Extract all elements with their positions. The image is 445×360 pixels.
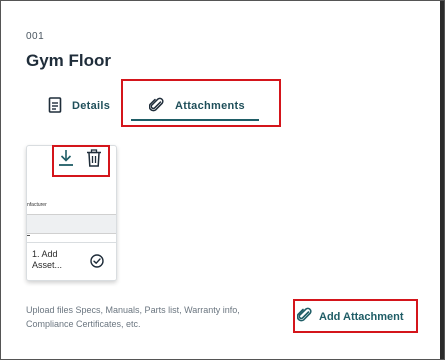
attachment-name: 1. Add Asset...	[32, 249, 63, 270]
thumbnail-row	[27, 215, 116, 233]
highlight-box-tab	[121, 79, 281, 127]
check-circle-icon	[90, 254, 104, 273]
scrollbar[interactable]	[440, 1, 444, 359]
thumbnail-divider	[27, 233, 116, 234]
thumbnail-mark	[27, 235, 30, 236]
highlight-box-add-button	[293, 299, 418, 333]
document-icon	[48, 96, 62, 116]
thumbnail-text: nfacturer	[27, 202, 47, 208]
asset-code: 001	[26, 31, 45, 42]
highlight-box-card-actions	[52, 145, 110, 177]
attachment-card-footer: 1. Add Asset...	[27, 242, 116, 280]
page-title: Gym Floor	[26, 51, 112, 70]
tab-details[interactable]: Details	[48, 95, 110, 117]
tab-details-label: Details	[72, 100, 111, 112]
upload-hint-text: Upload files Specs, Manuals, Parts list,…	[26, 305, 240, 329]
attachments-panel: 001 Gym Floor Details Attachments nfactu…	[0, 0, 445, 360]
